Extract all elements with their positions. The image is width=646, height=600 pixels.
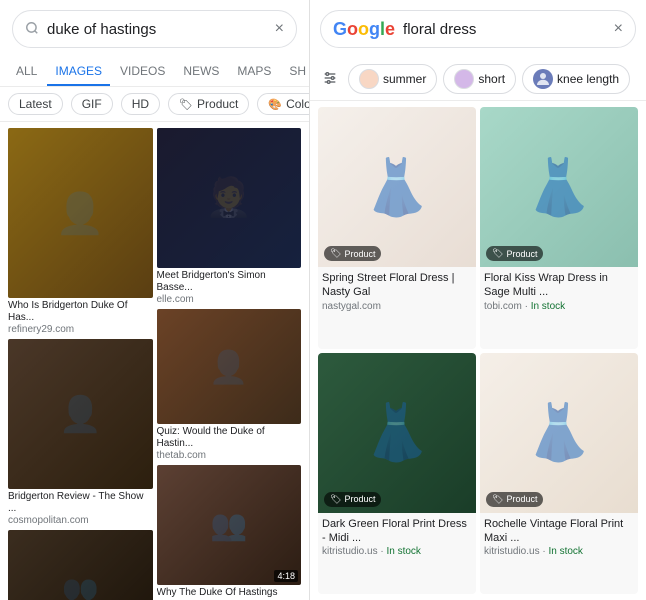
product-badge: 🏷 Product [324, 246, 381, 261]
filter-color[interactable]: 🎨 Color [257, 93, 309, 115]
list-item[interactable]: 👥 Why The Duke Of Hastings Fro... [8, 530, 153, 600]
product-badge: 🏷 Product [486, 492, 543, 507]
product-badge: 🏷 Product [324, 492, 381, 507]
filter-gif[interactable]: GIF [71, 93, 113, 115]
product-card[interactable]: 👗 🏷 Product Spring Street Floral Dress |… [318, 107, 476, 349]
product-icon: 🏷 [179, 98, 193, 111]
product-title: Spring Street Floral Dress | Nasty Gal [322, 271, 472, 300]
product-stock: In stock [548, 546, 582, 557]
image-caption: Meet Bridgerton's Simon Basse... [157, 270, 302, 294]
left-image-col-1: 👤 Who Is Bridgerton Duke Of Has... refin… [8, 128, 153, 594]
filter-latest[interactable]: Latest [8, 93, 63, 115]
filter-adjust-icon[interactable] [318, 66, 342, 93]
filter-hd[interactable]: HD [121, 93, 160, 115]
left-image-col-2: 🤵 Meet Bridgerton's Simon Basse... elle.… [157, 128, 302, 594]
image-source: refinery29.com [8, 324, 153, 335]
left-nav-tabs: ALL IMAGES VIDEOS NEWS MAPS SH [0, 58, 309, 87]
list-item[interactable]: 👤 Bridgerton Review - The Show ... cosmo… [8, 339, 153, 526]
product-source: kitristudio.us · In stock [322, 546, 472, 557]
list-item[interactable]: 👤 Quiz: Would the Duke of Hastin... thet… [157, 309, 302, 461]
product-badge: 🏷 Product [486, 246, 543, 261]
image-source: elle.com [157, 294, 302, 305]
product-source: nastygal.com [322, 301, 472, 312]
chip-knee-label: knee length [557, 72, 619, 86]
product-card[interactable]: 👗 🏷 Product Rochelle Vintage Floral Prin… [480, 353, 638, 595]
product-card[interactable]: 👗 🏷 Product Dark Green Floral Print Dres… [318, 353, 476, 595]
tab-videos[interactable]: VIDEOS [112, 58, 173, 86]
image-caption: Quiz: Would the Duke of Hastin... [157, 426, 302, 450]
tab-maps[interactable]: MAPS [229, 58, 279, 86]
filter-product[interactable]: 🏷 Product [168, 93, 249, 115]
google-logo: Google [333, 19, 395, 40]
video-duration: 4:18 [274, 570, 298, 582]
gif-label: GIF [82, 97, 102, 111]
image-caption: Who Is Bridgerton Duke Of Has... [8, 300, 153, 324]
chip-short-label: short [478, 72, 505, 86]
hd-label: HD [132, 97, 149, 111]
right-clear-icon[interactable]: × [614, 20, 623, 38]
short-swatch [454, 69, 474, 89]
chip-summer[interactable]: summer [348, 64, 437, 94]
product-source: kitristudio.us · In stock [484, 546, 634, 557]
image-caption: Why The Duke Of Hastings Fro... [157, 587, 302, 600]
product-stock: In stock [531, 301, 565, 312]
product-title: Rochelle Vintage Floral Print Maxi ... [484, 517, 634, 546]
product-label: Product [197, 97, 238, 111]
product-title: Dark Green Floral Print Dress - Midi ... [322, 517, 472, 546]
list-item[interactable]: 👤 Who Is Bridgerton Duke Of Has... refin… [8, 128, 153, 335]
tab-news[interactable]: NEWS [175, 58, 227, 86]
product-card[interactable]: 👗 🏷 Product Floral Kiss Wrap Dress in Sa… [480, 107, 638, 349]
left-search-bar: × [12, 10, 297, 48]
list-item[interactable]: 🤵 Meet Bridgerton's Simon Basse... elle.… [157, 128, 302, 305]
right-filter-row: summer short knee length [310, 58, 646, 101]
right-search-bar: Google × [320, 10, 636, 48]
chip-short[interactable]: short [443, 64, 516, 94]
product-source: tobi.com · In stock [484, 301, 634, 312]
image-source: thetab.com [157, 450, 302, 461]
color-icon: 🎨 [268, 98, 282, 111]
right-panel: Google × summer short knee length [310, 0, 646, 600]
list-item[interactable]: 👥 4:18 Why The Duke Of Hastings Fro... y… [157, 465, 302, 600]
color-label: Color [286, 97, 309, 111]
summer-swatch [359, 69, 379, 89]
image-source: cosmopolitan.com [8, 515, 153, 526]
product-stock: In stock [386, 546, 420, 557]
tab-all[interactable]: ALL [8, 58, 45, 86]
left-search-input[interactable] [47, 21, 275, 38]
chip-summer-label: summer [383, 72, 426, 86]
chip-knee-length[interactable]: knee length [522, 64, 630, 94]
left-panel: × ALL IMAGES VIDEOS NEWS MAPS SH Latest … [0, 0, 310, 600]
image-caption: Bridgerton Review - The Show ... [8, 491, 153, 515]
tab-sh[interactable]: SH [281, 58, 310, 86]
left-filter-row: Latest GIF HD 🏷 Product 🎨 Color [0, 87, 309, 122]
right-search-input[interactable] [403, 21, 614, 38]
right-product-grid: 👗 🏷 Product Spring Street Floral Dress |… [310, 101, 646, 600]
search-icon [25, 21, 39, 38]
tab-images[interactable]: IMAGES [47, 58, 110, 86]
left-clear-icon[interactable]: × [275, 20, 284, 38]
knee-length-avatar [533, 69, 553, 89]
left-image-grid: 👤 Who Is Bridgerton Duke Of Has... refin… [0, 122, 309, 600]
product-title: Floral Kiss Wrap Dress in Sage Multi ... [484, 271, 634, 300]
